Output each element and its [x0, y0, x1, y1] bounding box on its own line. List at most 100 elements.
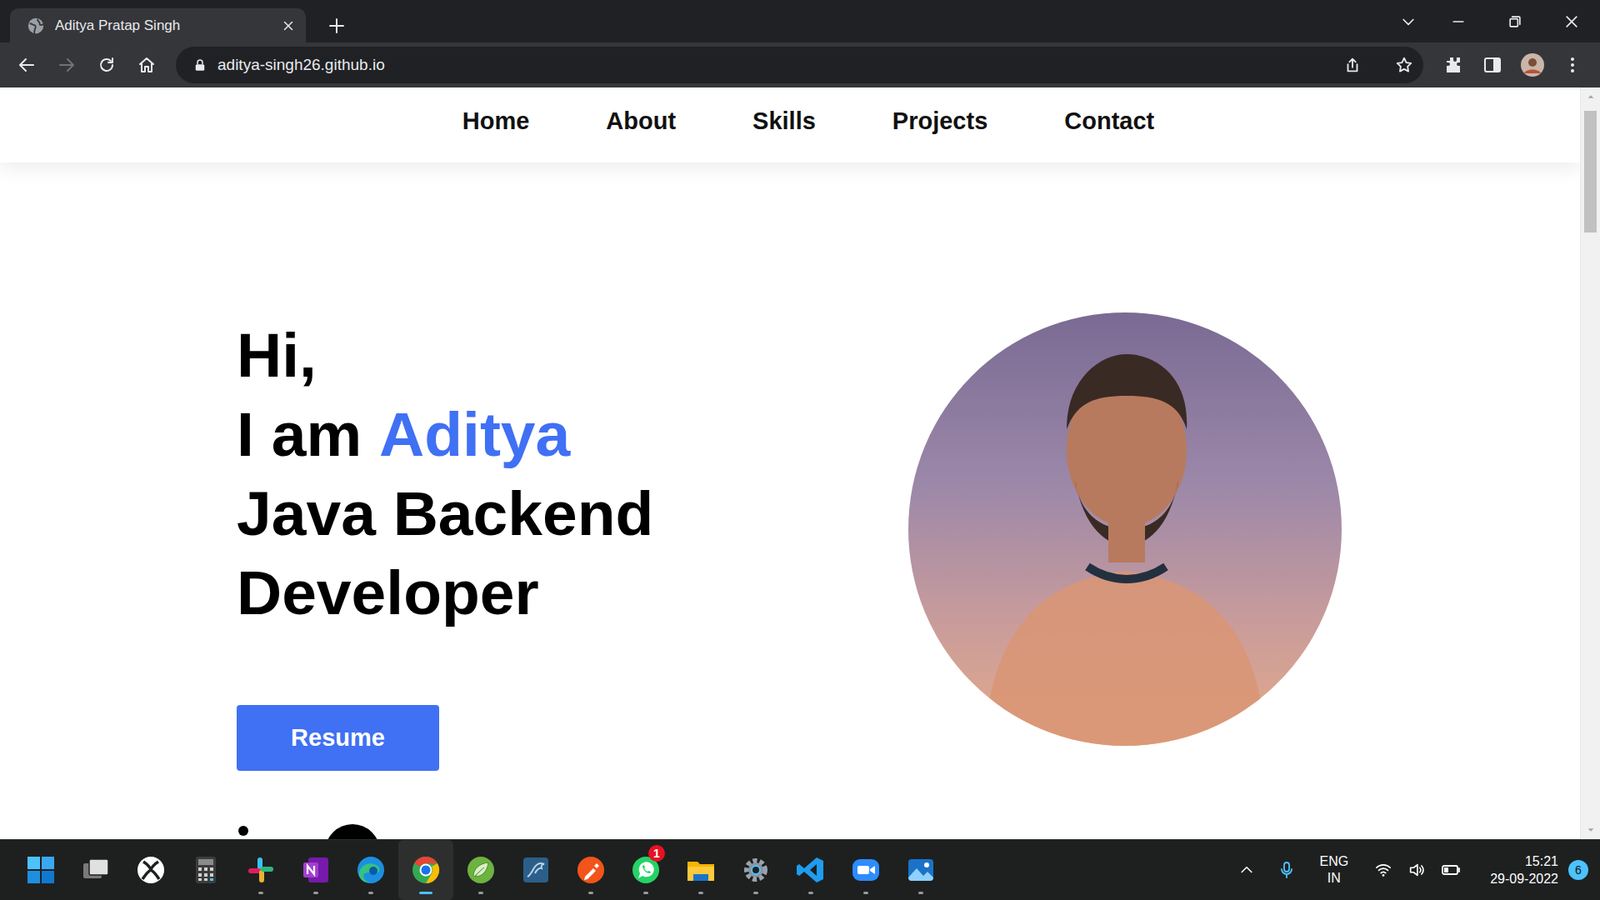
taskbar-app[interactable] — [673, 840, 729, 900]
address-bar[interactable]: aditya-singh26.github.io — [175, 46, 1424, 84]
profile-button[interactable] — [1517, 50, 1548, 80]
running-indicator — [478, 891, 484, 895]
clock[interactable]: 15:2129-09-2022 — [1490, 852, 1559, 888]
avatar-icon[interactable] — [1520, 52, 1545, 78]
kebab-menu-icon[interactable] — [1562, 55, 1583, 75]
running-indicator — [258, 891, 264, 895]
reload-button[interactable] — [91, 50, 122, 80]
running-indicator — [753, 891, 759, 895]
battery-icon[interactable] — [1440, 860, 1461, 880]
taskbar-app[interactable] — [893, 840, 949, 900]
xbox-icon[interactable] — [135, 854, 167, 886]
taskbar-app[interactable] — [13, 840, 69, 900]
taskbar-app[interactable] — [453, 840, 509, 900]
explorer-icon[interactable] — [685, 854, 717, 886]
taskbar-app[interactable]: 1 — [618, 840, 674, 900]
photos-icon[interactable] — [905, 854, 937, 886]
notification-badge[interactable]: 6 — [1568, 860, 1589, 880]
running-indicator — [38, 891, 44, 895]
mysql-icon[interactable] — [520, 854, 552, 886]
back-icon[interactable] — [16, 55, 37, 75]
wifi-icon[interactable] — [1374, 860, 1393, 880]
running-indicator — [643, 891, 649, 895]
taskbar-app[interactable] — [398, 840, 454, 900]
edge-icon[interactable] — [355, 854, 387, 886]
taskbar-app[interactable] — [178, 840, 234, 900]
globe-icon — [26, 16, 45, 35]
microphone-icon[interactable] — [1276, 860, 1297, 880]
new-tab-button[interactable] — [320, 8, 353, 43]
social-dot-icon[interactable] — [238, 825, 249, 836]
menu-button[interactable] — [1557, 50, 1588, 80]
scroll-thumb[interactable] — [1584, 110, 1597, 233]
language: ENG — [1319, 853, 1349, 870]
close-icon[interactable] — [280, 18, 296, 34]
taskbar-app[interactable] — [783, 840, 839, 900]
settings-icon[interactable] — [740, 854, 772, 886]
running-indicator — [148, 891, 154, 895]
chevron-down-icon[interactable] — [1400, 13, 1417, 30]
taskbar-app[interactable] — [343, 840, 399, 900]
extensions-button[interactable] — [1437, 50, 1468, 80]
side-panel-icon[interactable] — [1482, 55, 1503, 75]
close-icon[interactable] — [1563, 13, 1580, 30]
side-panel-button[interactable] — [1477, 50, 1508, 80]
restore-icon[interactable] — [1506, 13, 1524, 30]
profile-photo — [908, 312, 1342, 746]
home-button[interactable] — [131, 50, 162, 80]
spring-icon[interactable] — [465, 854, 497, 886]
social-link-icon[interactable] — [325, 824, 380, 840]
tab-search-button[interactable] — [1386, 0, 1430, 43]
region: IN — [1327, 870, 1341, 887]
running-indicator — [419, 891, 433, 895]
greeting: Hi, — [236, 315, 909, 395]
nav-link[interactable]: Skills — [752, 104, 816, 139]
vscode-icon[interactable] — [795, 854, 827, 886]
puzzle-icon[interactable] — [1442, 55, 1463, 75]
language-indicator[interactable]: ENGIN — [1319, 853, 1349, 887]
taskbar-app[interactable] — [123, 840, 179, 900]
plus-icon[interactable] — [326, 15, 347, 36]
restore-button[interactable] — [1486, 0, 1544, 43]
browser-tab[interactable]: Aditya Pratap Singh — [10, 8, 306, 43]
calculator-icon[interactable] — [190, 854, 222, 886]
zoom-icon[interactable] — [850, 854, 882, 886]
postman-icon[interactable] — [575, 854, 607, 886]
onenote-icon[interactable] — [300, 854, 332, 886]
taskbar-app[interactable] — [838, 840, 894, 900]
taskbar-app[interactable] — [288, 840, 344, 900]
minimize-icon[interactable] — [1450, 13, 1467, 30]
system-tray: ENGIN 15:2129-09-2022 6 — [1230, 840, 1600, 900]
scroll-down-icon[interactable] — [1586, 825, 1595, 835]
scroll-up-icon[interactable] — [1586, 92, 1595, 101]
running-indicator — [698, 891, 704, 895]
back-button[interactable] — [11, 50, 42, 80]
resume-button[interactable]: Resume — [236, 705, 440, 771]
nav-link[interactable]: About — [605, 104, 676, 139]
chrome-icon[interactable] — [410, 854, 442, 886]
nav-link[interactable]: Projects — [892, 104, 988, 139]
tab-title: Aditya Pratap Singh — [55, 17, 271, 35]
taskbar-app[interactable] — [233, 840, 289, 900]
taskbar-app[interactable] — [68, 840, 124, 900]
taskbar-app[interactable] — [563, 840, 619, 900]
tab-bar: Aditya Pratap Singh — [0, 0, 1600, 43]
nav-link[interactable]: Contact — [1064, 104, 1155, 139]
taskview-icon[interactable] — [80, 854, 112, 886]
reload-icon[interactable] — [96, 55, 117, 75]
chevron-up-icon[interactable] — [1238, 861, 1255, 879]
minimize-button[interactable] — [1430, 0, 1487, 43]
home-icon[interactable] — [136, 55, 157, 75]
share-icon[interactable] — [1343, 55, 1362, 75]
toolbar-actions — [1437, 50, 1600, 80]
hero-section: Hi,I amAdityaJava BackendDeveloperResume — [0, 162, 1580, 840]
start-icon[interactable] — [25, 854, 57, 886]
taskbar-app[interactable] — [728, 840, 784, 900]
star-icon[interactable] — [1395, 55, 1414, 75]
running-indicator — [863, 891, 869, 895]
volume-icon[interactable] — [1407, 860, 1426, 880]
close-window-button[interactable] — [1543, 0, 1600, 43]
slack-icon[interactable] — [245, 854, 277, 886]
taskbar-app[interactable] — [508, 840, 564, 900]
nav-link[interactable]: Home — [462, 104, 530, 139]
